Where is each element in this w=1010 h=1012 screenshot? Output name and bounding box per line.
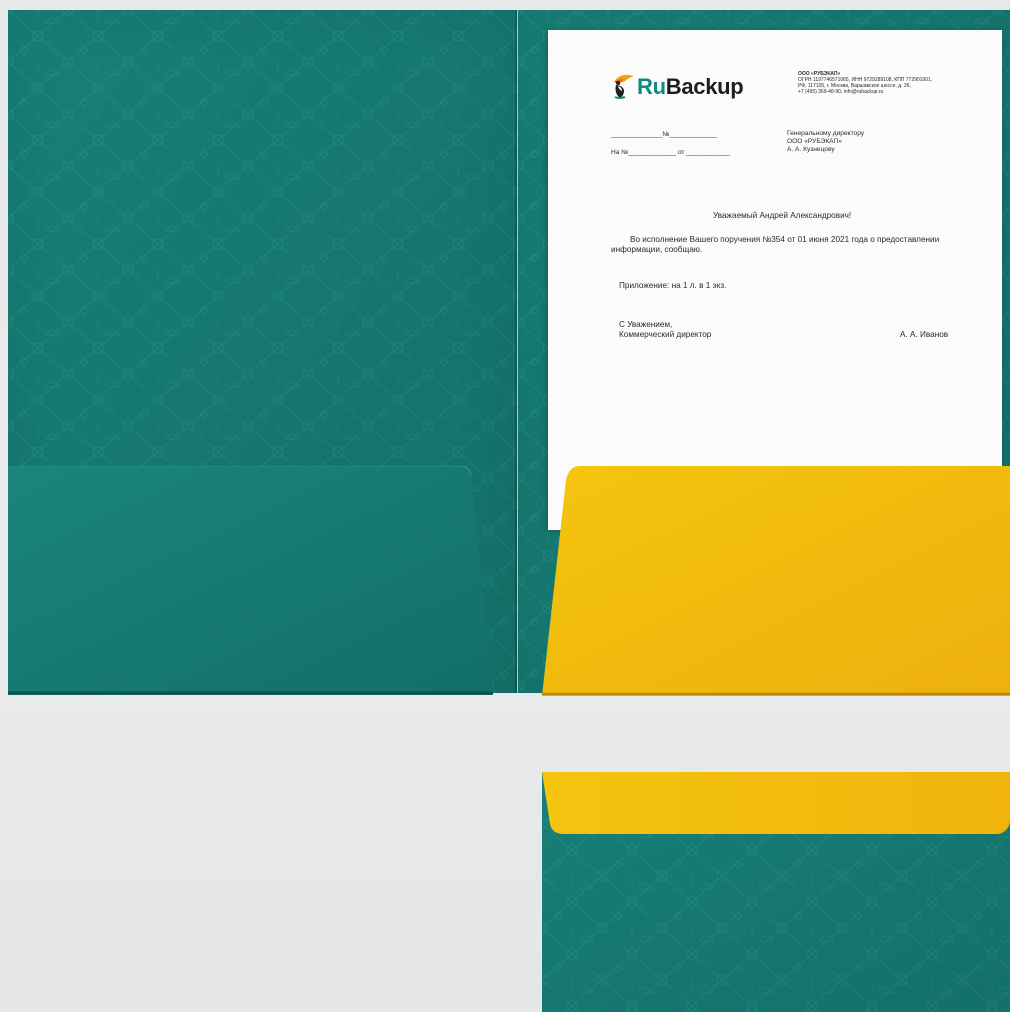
toucan-logo-icon [614,74,634,99]
letter-sheet: RuBackup ООО «РУБЭКАП» ОГРН 119774657106… [548,30,1002,530]
incoming-number-line: На №_____________ от ____________ [611,149,731,156]
attachment-line: Приложение: на 1 л. в 1 экз. [619,281,727,290]
body-line-2: информации, сообщаю. [611,245,703,254]
salutation: Уважаемый Андрей Александрович! [713,211,852,220]
closing-line-1: С Уважением, [619,320,673,329]
envelope-flap [542,772,1010,834]
logo-backup: Backup [665,74,744,99]
body-line-1: Во исполнение Вашего поручения №354 от 0… [630,235,940,244]
left-pocket [8,466,493,695]
addressee-line-3: А. А. Кузнецову [787,146,835,153]
right-pocket [542,466,1010,696]
outgoing-number-line: ______________№_____________ [611,131,718,138]
company-line-3: +7 (495) 369-48-90, info@rubackup.ru [798,89,884,95]
closing-line-2: Коммерческий директор [619,330,712,339]
logo-wordmark: RuBackup [637,74,744,100]
signature-name: А. А. Иванов [900,330,949,339]
addressee-line-2: ООО «РУБЭКАП» [787,138,842,145]
addressee-line-1: Генеральному директору [787,130,865,137]
logo-ru: Ru [637,74,666,99]
